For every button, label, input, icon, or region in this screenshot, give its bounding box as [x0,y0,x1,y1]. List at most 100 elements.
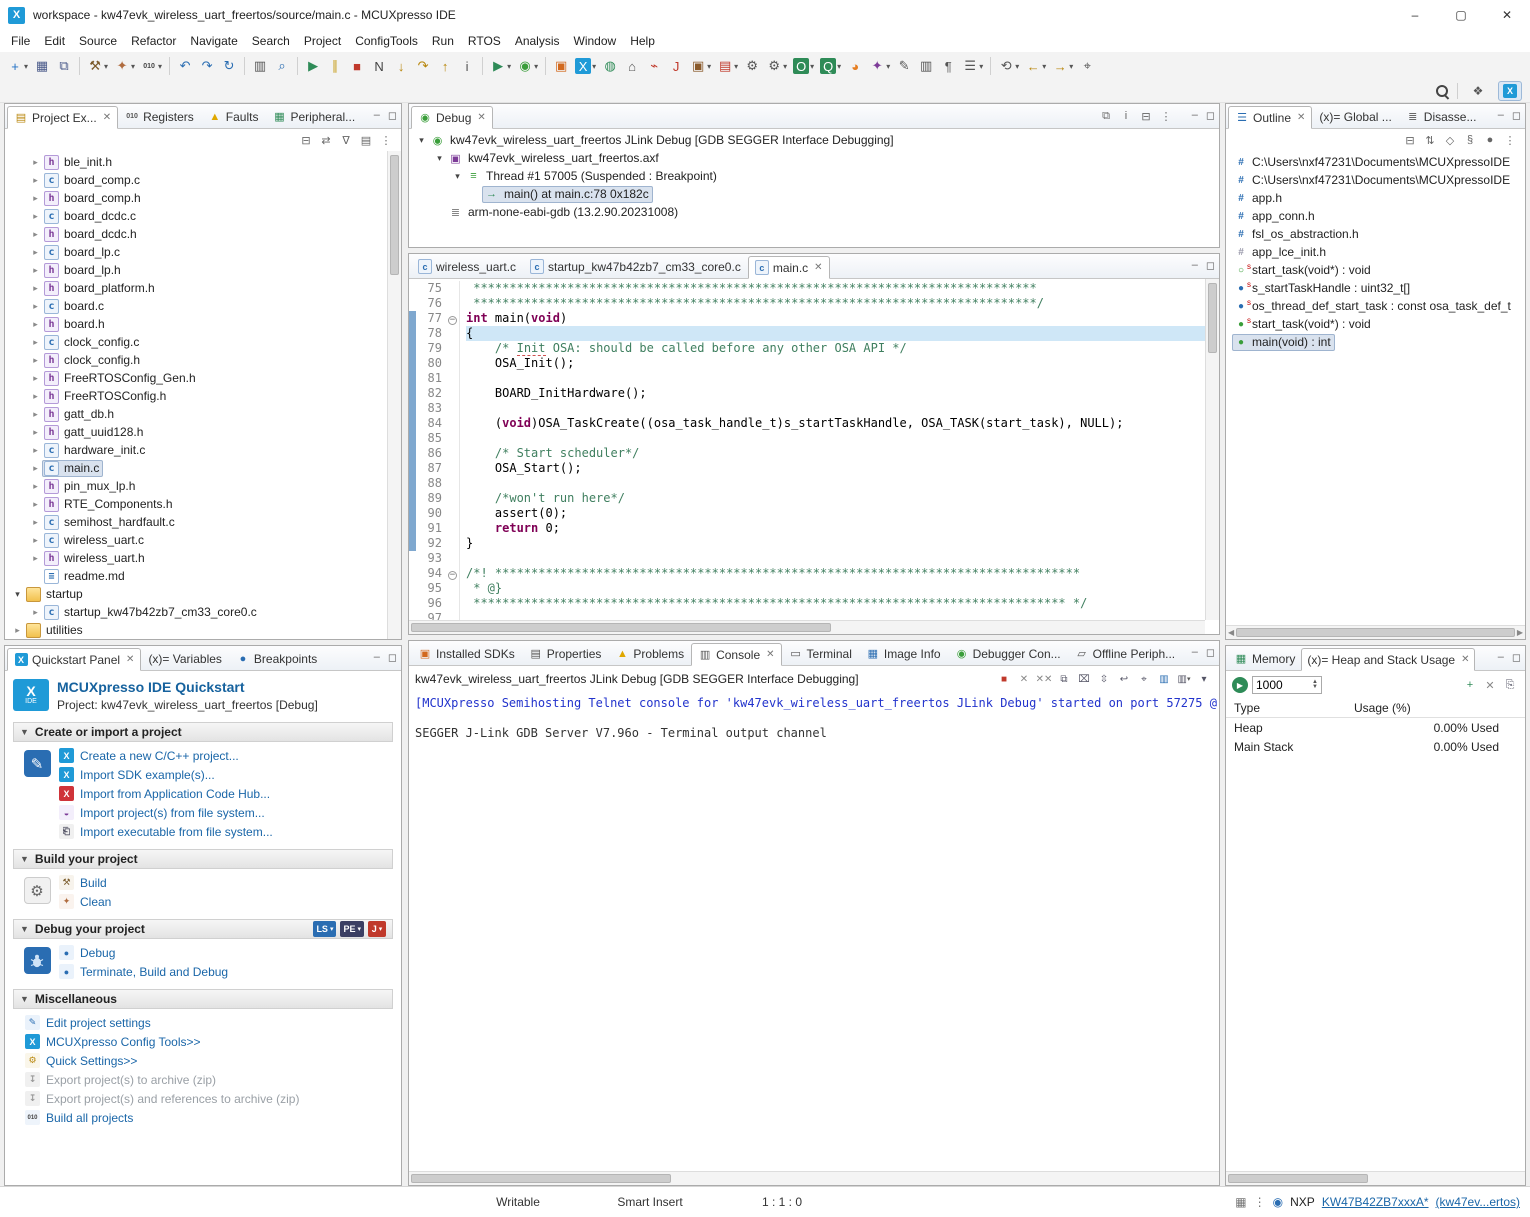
tree-item[interactable]: board_comp.c [5,171,401,189]
dropdown-arrow-icon[interactable]: ▾ [24,62,28,71]
section-header-build[interactable]: ▼ Build your project [13,849,393,869]
tree-item[interactable]: wireless_uart.h [5,549,401,567]
toolbar-button[interactable]: → ▾ [1049,55,1076,77]
dropdown-arrow-icon[interactable]: ▾ [330,925,334,933]
toolbar-button[interactable]: ↷ ▾ [412,55,434,77]
expand-arrow-icon[interactable] [29,337,42,348]
toolbar-button[interactable]: ¶ ▾ [937,55,959,77]
quickstart-link[interactable]: X Create a new C/C++ project... [59,748,393,763]
toolbar-button[interactable]: O ▾ [790,55,817,77]
view-tab[interactable]: Properties ✕ [522,642,609,665]
console-toolbar-icon[interactable]: ▥ ▾ [1175,670,1193,688]
outline-hscrollbar[interactable]: ◀ ▶ [1226,625,1525,639]
debug-tree-item[interactable]: Thread #1 57005 (Suspended : Breakpoint) [409,167,1219,185]
editor-tab[interactable]: wireless_uart.c ✕ [411,255,523,278]
quickstart-link[interactable]: ⎗ Import executable from file system... [59,824,393,839]
expand-arrow-icon[interactable] [29,607,42,618]
debug-tree-item[interactable]: arm-none-eabi-gdb (13.2.90.20231008) [409,203,1219,221]
toolbar-button[interactable]: ← ▾ [1022,55,1049,77]
tree-item[interactable]: FreeRTOSConfig_Gen.h [5,369,401,387]
view-tab[interactable]: Debug ✕ [411,106,493,129]
toolbar-button[interactable]: ⧉ ▾ [53,55,75,77]
quickstart-link[interactable]: ● Debug [59,945,393,960]
minimize-view-icon[interactable]: – [1192,109,1198,122]
view-tab[interactable]: (x)= Global ... ✕ [1312,105,1398,128]
close-tab-icon[interactable]: ✕ [477,112,485,123]
explorer-toolbar-icon[interactable]: ⋮ [377,131,395,149]
close-tab-icon[interactable]: ✕ [766,649,774,660]
outline-item[interactable]: main(void) : int [1226,333,1525,351]
probe-button[interactable]: J▾ [368,921,386,937]
section-header-miscellaneous[interactable]: ▼ Miscellaneous [13,989,393,1009]
menu-item[interactable]: Search [245,32,297,50]
dropdown-arrow-icon[interactable]: ▾ [1015,62,1019,71]
toolbar-button[interactable]: ✦ ▾ [111,55,138,77]
project-link[interactable]: (kw47ev...ertos) [1436,1195,1520,1209]
explorer-toolbar-icon[interactable]: ⇄ [317,131,335,149]
quickstart-link[interactable]: ⚒ Build [59,875,393,890]
toolbar-button[interactable]: Q ▾ [817,55,844,77]
expand-arrow-icon[interactable] [29,391,42,402]
view-tab[interactable]: Console ✕ [691,643,781,666]
expand-arrow-icon[interactable] [433,153,446,164]
dropdown-arrow-icon[interactable]: ▾ [507,62,511,71]
view-tab[interactable]: Disasse... ✕ [1399,105,1484,128]
column-header-type[interactable]: Type [1226,701,1354,715]
outline-item[interactable]: s_startTaskHandle : uint32_t[] [1226,279,1525,297]
toolbar-button[interactable]: X ▾ [572,55,599,77]
menu-item[interactable]: ConfigTools [348,32,425,50]
dropdown-arrow-icon[interactable]: ▾ [104,62,108,71]
expand-arrow-icon[interactable] [29,427,42,438]
view-tab[interactable]: Peripheral... ✕ [265,105,362,128]
dropdown-arrow-icon[interactable]: ▾ [131,62,135,71]
code-editor[interactable]: 75 *************************************… [409,279,1219,634]
memory-toolbar-icon[interactable]: ⎘ [1501,676,1519,694]
toolbar-button[interactable]: ▣ ▾ [687,55,714,77]
menu-item[interactable]: Analysis [508,32,567,50]
expand-arrow-icon[interactable] [29,229,42,240]
scroll-left-icon[interactable]: ◀ [1228,628,1234,637]
menu-item[interactable]: Navigate [183,32,244,50]
toolbar-button[interactable]: ⚙ ▾ [763,55,790,77]
toolbar-button[interactable]: ☰ ▾ [959,55,986,77]
menu-item[interactable]: Edit [37,32,72,50]
debug-tree-item[interactable]: kw47evk_wireless_uart_freertos JLink Deb… [409,131,1219,149]
outline-toolbar-icon[interactable]: ◇ [1441,131,1459,149]
outline-item[interactable]: fsl_os_abstraction.h [1226,225,1525,243]
toolbar-button[interactable]: ⌖ ▾ [1076,55,1098,77]
tree-item[interactable]: RTE_Components.h [5,495,401,513]
expand-arrow-icon[interactable] [29,481,42,492]
dropdown-arrow-icon[interactable]: ▾ [979,62,983,71]
maximize-view-icon[interactable]: ◻ [1206,646,1215,659]
outline-item[interactable]: app.h [1226,189,1525,207]
tree-item[interactable]: FreeRTOSConfig.h [5,387,401,405]
debug-toolbar-icon[interactable]: ⧉ [1097,107,1115,125]
outline-item[interactable]: start_task(void*) : void [1226,315,1525,333]
maximize-window-button[interactable]: ▢ [1438,0,1484,30]
quickstart-link[interactable]: ↧ Export project(s) to archive (zip) [25,1072,393,1087]
dropdown-arrow-icon[interactable]: ▾ [592,62,596,71]
expand-arrow-icon[interactable] [11,625,24,636]
develop-perspective-button[interactable]: X [1498,81,1522,101]
maximize-view-icon[interactable]: ◻ [1206,259,1215,272]
outline-item[interactable]: start_task(void*) : void [1226,261,1525,279]
quickstart-link[interactable]: ● Terminate, Build and Debug [59,964,393,979]
toolbar-button[interactable]: ↷ ▾ [196,55,218,77]
dropdown-arrow-icon[interactable]: ▾ [886,62,890,71]
expand-arrow-icon[interactable] [29,175,42,186]
toolbar-button[interactable]: 010 ▾ [138,55,165,77]
outline-item[interactable]: C:\Users\nxf47231\Documents\MCUXpressoID… [1226,171,1525,189]
dropdown-arrow-icon[interactable]: ▾ [707,62,711,71]
console-toolbar-icon[interactable]: ✕✕ ▾ [1035,670,1053,688]
view-tab[interactable]: Memory ✕ [1228,647,1301,670]
quickstart-link[interactable]: ↧ Export project(s) and references to ar… [25,1091,393,1106]
collapse-section-icon[interactable]: ▼ [20,994,29,1004]
toolbar-button[interactable]: ▶ ▾ [302,55,324,77]
quickstart-link[interactable]: X Import from Application Code Hub... [59,786,393,801]
view-tab[interactable]: Registers ✕ [118,105,201,128]
toolbar-button[interactable]: ◉ ▾ [514,55,541,77]
toolbar-button[interactable]: ⌕ ▾ [271,55,293,77]
outline-toolbar-icon[interactable]: ⋮ [1501,131,1519,149]
interval-spinner[interactable]: ▲▼ [1312,680,1318,690]
outline-toolbar-icon[interactable]: ⇅ [1421,131,1439,149]
